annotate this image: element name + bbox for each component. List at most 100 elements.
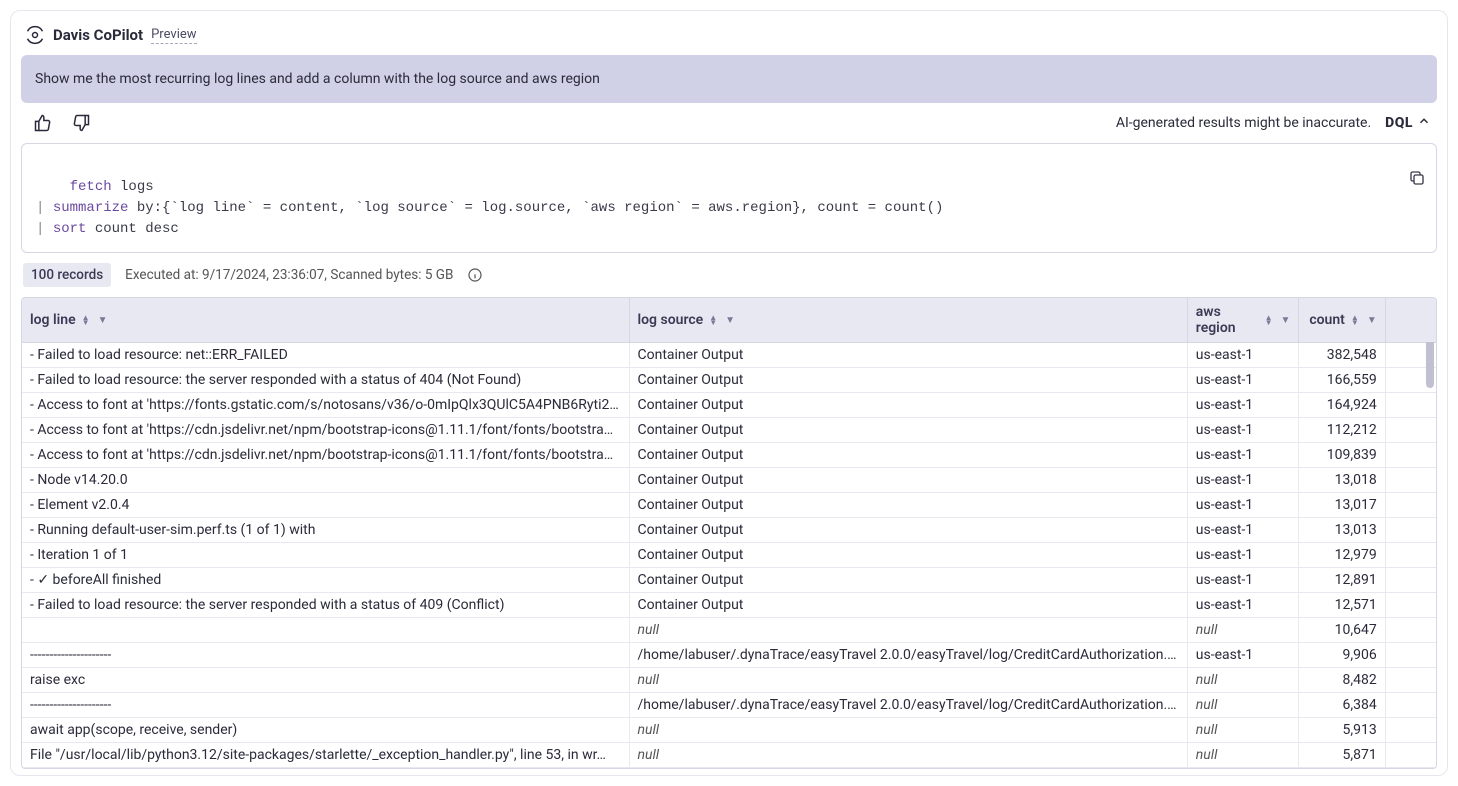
table-row[interactable]: raise excnullnull8,482 (22, 668, 1436, 693)
table-cell: 109,839 (1299, 443, 1385, 468)
table-cell: 13,013 (1299, 518, 1385, 543)
table-row[interactable]: - Failed to load resource: the server re… (22, 368, 1436, 393)
table-cell: - Failed to load resource: net::ERR_FAIL… (22, 343, 629, 368)
table-cell-spacer (1385, 443, 1436, 468)
table-cell: null (629, 618, 1187, 643)
sort-icon: ▲▼ (1265, 315, 1273, 325)
table-cell-spacer (1385, 468, 1436, 493)
table-cell: us-east-1 (1187, 493, 1299, 518)
chevron-down-icon: ▼ (1367, 315, 1377, 326)
table-cell: 8,482 (1299, 668, 1385, 693)
table-cell: 166,559 (1299, 368, 1385, 393)
sort-icon: ▲▼ (1351, 315, 1359, 325)
thumbs-down-button[interactable] (71, 113, 91, 133)
disclaimer-text: AI-generated results might be inaccurate… (1116, 115, 1371, 131)
table-cell: Container Output (629, 368, 1187, 393)
column-header-log-line[interactable]: log line ▲▼ ▼ (22, 298, 629, 343)
table-row[interactable]: - Failed to load resource: the server re… (22, 593, 1436, 618)
table-cell: - Running default-user-sim.perf.ts (1 of… (22, 518, 629, 543)
table-body: - Failed to load resource: net::ERR_FAIL… (22, 343, 1436, 768)
table-cell: null (629, 743, 1187, 768)
table-cell: 382,548 (1299, 343, 1385, 368)
table-cell: Container Output (629, 393, 1187, 418)
table-cell: 12,979 (1299, 543, 1385, 568)
table-cell: 5,913 (1299, 718, 1385, 743)
table-cell: Container Output (629, 493, 1187, 518)
table-cell: us-east-1 (1187, 518, 1299, 543)
table-header-row: log line ▲▼ ▼ log source ▲▼ ▼ (22, 298, 1436, 343)
table-row[interactable]: - Running default-user-sim.perf.ts (1 of… (22, 518, 1436, 543)
table-row[interactable]: File "/usr/local/lib/python3.12/site-pac… (22, 743, 1436, 768)
table-row[interactable]: ---------------------/home/labuser/.dyna… (22, 693, 1436, 718)
thumbs-up-button[interactable] (33, 113, 53, 133)
table-cell-spacer (1385, 518, 1436, 543)
table-cell: await app(scope, receive, sender) (22, 718, 629, 743)
code-text: count desc (86, 221, 178, 237)
table-cell: 13,018 (1299, 468, 1385, 493)
table-cell: null (1187, 743, 1299, 768)
column-header-aws-region[interactable]: aws region ▲▼ ▼ (1187, 298, 1299, 343)
table-cell: 12,891 (1299, 568, 1385, 593)
table-cell: 112,212 (1299, 418, 1385, 443)
table-cell: us-east-1 (1187, 543, 1299, 568)
table-row[interactable]: - Node v14.20.0Container Outputus-east-1… (22, 468, 1436, 493)
table-cell: null (629, 718, 1187, 743)
info-icon[interactable] (467, 267, 483, 283)
table-row[interactable]: ---------------------/home/labuser/.dyna… (22, 643, 1436, 668)
table-cell: - Access to font at 'https://cdn.jsdeliv… (22, 443, 629, 468)
table-cell: us-east-1 (1187, 443, 1299, 468)
table-cell: us-east-1 (1187, 593, 1299, 618)
table-cell: us-east-1 (1187, 343, 1299, 368)
dql-code-box: fetch logs | summarize by:{`log line` = … (21, 143, 1437, 253)
chevron-up-icon (1417, 114, 1431, 132)
table-row[interactable]: await app(scope, receive, sender)nullnul… (22, 718, 1436, 743)
prompt-text: Show me the most recurring log lines and… (35, 71, 600, 87)
table-row[interactable]: nullnull10,647 (22, 618, 1436, 643)
column-header-log-source[interactable]: log source ▲▼ ▼ (629, 298, 1187, 343)
table-cell: /home/labuser/.dynaTrace/easyTravel 2.0.… (629, 643, 1187, 668)
copilot-panel: Davis CoPilot Preview Show me the most r… (10, 10, 1448, 776)
panel-title: Davis CoPilot (53, 26, 143, 44)
table-row[interactable]: - Element v2.0.4Container Outputus-east-… (22, 493, 1436, 518)
table-row[interactable]: - ✓ beforeAll finishedContainer Outputus… (22, 568, 1436, 593)
table-row[interactable]: - Access to font at 'https://fonts.gstat… (22, 393, 1436, 418)
code-pipe: | (36, 200, 53, 216)
dql-toggle[interactable]: DQL (1385, 114, 1431, 132)
chevron-down-icon: ▼ (725, 315, 735, 326)
stats-row: 100 records Executed at: 9/17/2024, 23:3… (21, 253, 1437, 297)
table-cell (22, 618, 629, 643)
table-cell: Container Output (629, 468, 1187, 493)
prompt-box[interactable]: Show me the most recurring log lines and… (21, 55, 1437, 103)
thumbs-down-icon (71, 113, 91, 133)
table-cell: 10,647 (1299, 618, 1385, 643)
table-cell: us-east-1 (1187, 368, 1299, 393)
table-cell: Container Output (629, 518, 1187, 543)
table-row[interactable]: - Access to font at 'https://cdn.jsdeliv… (22, 443, 1436, 468)
table-cell: 9,906 (1299, 643, 1385, 668)
table-cell: raise exc (22, 668, 629, 693)
sort-icon: ▲▼ (709, 315, 717, 325)
execution-info: Executed at: 9/17/2024, 23:36:07, Scanne… (125, 267, 453, 283)
table-cell: us-east-1 (1187, 393, 1299, 418)
table-cell-spacer (1385, 543, 1436, 568)
table-row[interactable]: - Failed to load resource: net::ERR_FAIL… (22, 343, 1436, 368)
preview-badge[interactable]: Preview (151, 27, 196, 44)
code-text: logs (112, 179, 154, 195)
table-cell: - Failed to load resource: the server re… (22, 593, 629, 618)
table-row[interactable]: - Access to font at 'https://cdn.jsdeliv… (22, 418, 1436, 443)
copilot-icon (25, 25, 45, 45)
column-header-count[interactable]: count ▲▼ ▼ (1299, 298, 1385, 343)
code-text: by:{`log line` = content, `log source` =… (128, 200, 943, 216)
table-cell: 13,017 (1299, 493, 1385, 518)
table-cell: Container Output (629, 543, 1187, 568)
table-cell-spacer (1385, 593, 1436, 618)
table-cell: - Iteration 1 of 1 (22, 543, 629, 568)
results-table-wrap: log line ▲▼ ▼ log source ▲▼ ▼ (21, 297, 1437, 769)
table-cell: Container Output (629, 418, 1187, 443)
table-row[interactable]: - Iteration 1 of 1Container Outputus-eas… (22, 543, 1436, 568)
table-cell: 12,571 (1299, 593, 1385, 618)
results-table: log line ▲▼ ▼ log source ▲▼ ▼ (22, 298, 1436, 768)
table-cell: us-east-1 (1187, 418, 1299, 443)
table-cell-spacer (1385, 643, 1436, 668)
copy-button[interactable] (1386, 154, 1426, 205)
